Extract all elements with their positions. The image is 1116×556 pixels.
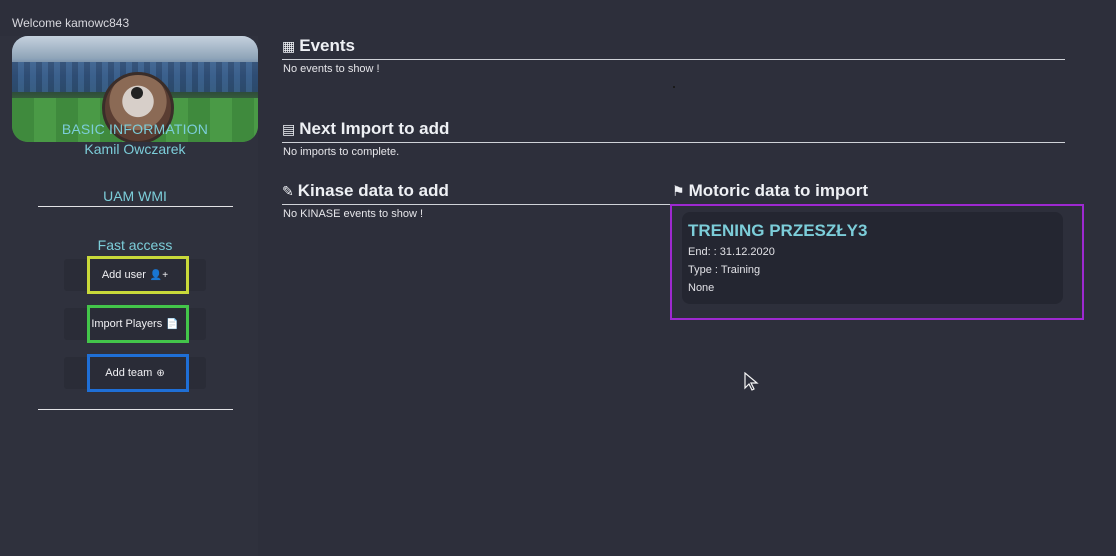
import-players-label: Import Players — [91, 318, 163, 330]
file-export-icon: ▤ — [282, 120, 296, 137]
kinase-heading: ✎ Kinase data to add — [282, 181, 449, 201]
events-title: Events — [299, 36, 355, 55]
import-players-button[interactable]: Import Players 📄 — [64, 305, 206, 343]
add-team-button[interactable]: Add team ⊕ — [64, 354, 206, 392]
events-empty-message: No events to show ! — [283, 63, 380, 75]
motoric-heading: ⚑ Motoric data to import — [672, 181, 868, 201]
file-import-icon: 📄 — [166, 318, 179, 330]
sidebar — [0, 36, 258, 556]
add-user-label: Add user — [101, 269, 146, 281]
running-icon: ⚑ — [672, 182, 685, 199]
add-user-button[interactable]: Add user 👤+ — [64, 256, 206, 294]
sidebar-bottom-divider — [38, 409, 233, 410]
imports-rule — [282, 142, 1065, 143]
user-full-name: Kamil Owczarek — [84, 141, 186, 157]
organization-name: UAM WMI — [103, 188, 167, 204]
stray-dot — [673, 86, 675, 88]
events-rule — [282, 59, 1065, 60]
motoric-title: Motoric data to import — [688, 181, 869, 200]
kinase-title: Kinase data to add — [297, 181, 449, 200]
welcome-text: Welcome kamowc843 — [12, 16, 130, 30]
sidebar-divider — [38, 206, 233, 207]
mouse-cursor-icon — [744, 372, 759, 391]
calendar-icon: ▦ — [282, 37, 296, 54]
events-heading: ▦ Events — [282, 36, 355, 56]
basic-information-heading: BASIC INFORMATION — [61, 121, 209, 137]
next-import-heading: ▤ Next Import to add — [282, 119, 449, 139]
syringe-icon: ✎ — [282, 182, 294, 199]
kinase-empty-message: No KINASE events to show ! — [283, 208, 424, 220]
plus-circle-icon: ⊕ — [156, 367, 165, 379]
fast-access-heading: Fast access — [97, 237, 173, 253]
add-team-label: Add team — [105, 367, 153, 379]
imports-empty-message: No imports to complete. — [283, 146, 400, 158]
user-plus-icon: 👤+ — [149, 269, 169, 281]
card-highlight-frame — [670, 204, 1084, 320]
next-import-title: Next Import to add — [299, 119, 450, 138]
